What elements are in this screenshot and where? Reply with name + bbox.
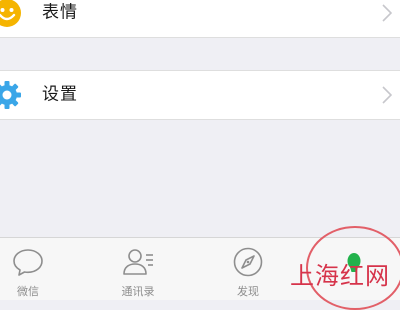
chat-bubble-icon	[13, 249, 43, 276]
watermark: 上海红网	[290, 262, 390, 290]
tab-label: 发现	[237, 285, 259, 298]
tab-wechat[interactable]: 微信	[0, 238, 68, 301]
menu-item-settings[interactable]: 设置	[0, 70, 400, 120]
tab-discover[interactable]: 发现	[208, 238, 288, 301]
tab-label: 微信	[17, 285, 39, 298]
smiley-face-icon	[0, 0, 21, 27]
gear-icon	[0, 81, 21, 109]
tab-contacts[interactable]: 通讯录	[98, 238, 178, 301]
compass-icon	[233, 247, 263, 277]
chevron-right-icon	[382, 86, 392, 104]
menu-item-label: 表情	[42, 2, 78, 23]
tab-label: 通讯录	[121, 285, 155, 298]
contacts-icon	[123, 249, 153, 275]
menu-item-label: 设置	[42, 84, 78, 105]
chevron-right-icon	[382, 4, 392, 22]
menu-item-emoji[interactable]: 表情	[0, 0, 400, 38]
